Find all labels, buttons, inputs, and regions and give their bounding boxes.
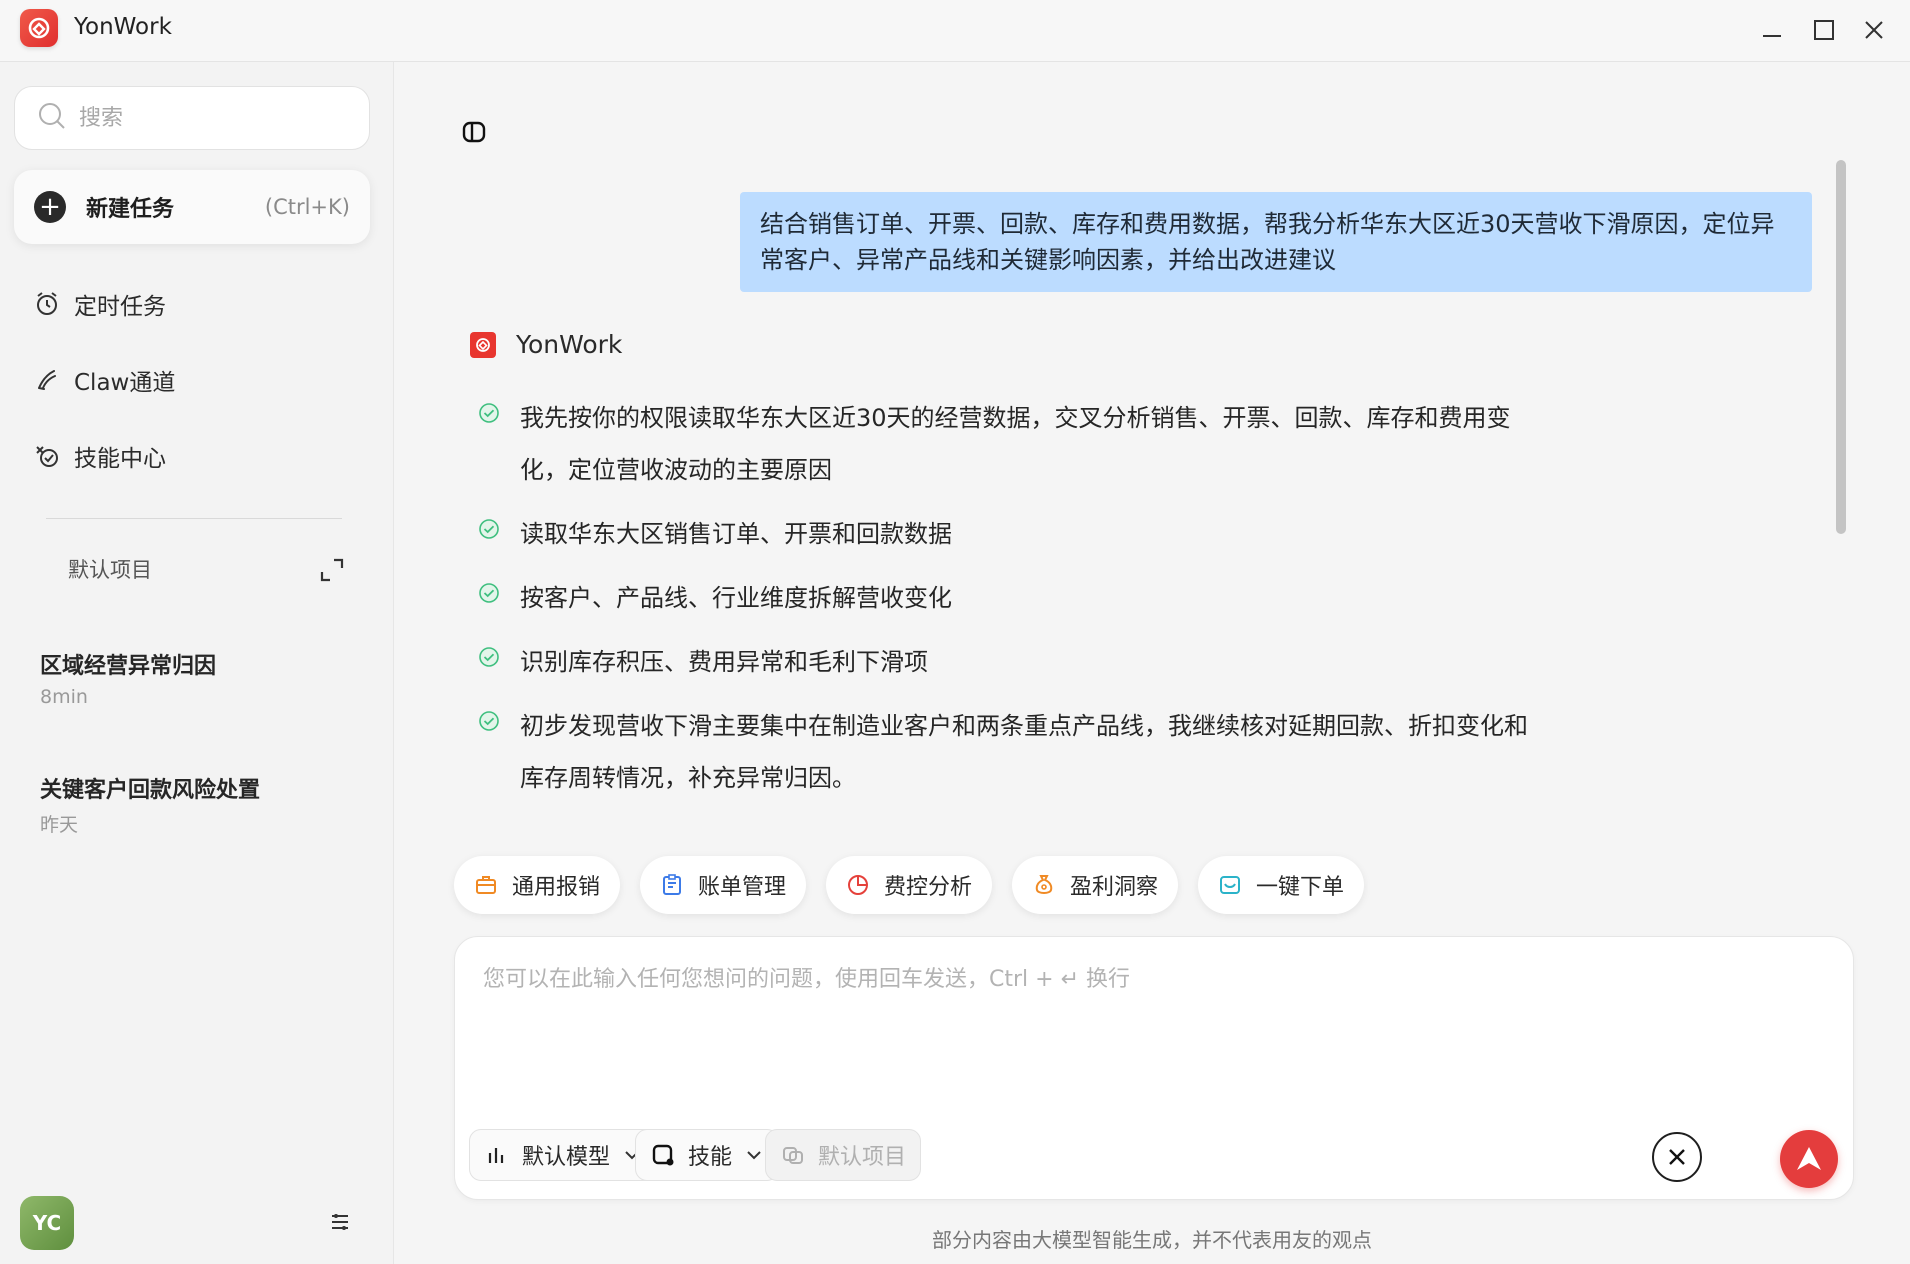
bot-name: YonWork <box>516 330 623 359</box>
project-icon <box>780 1142 806 1168</box>
app-logo-icon <box>20 9 58 47</box>
clipboard-icon <box>660 873 684 897</box>
skill-select-label: 技能 <box>688 1145 733 1170</box>
app-title: YonWork <box>74 14 172 40</box>
task-item-title[interactable]: 关键客户回款风险处置 <box>40 772 260 804</box>
step-text: 识别库存积压、费用异常和毛利下滑项 <box>520 648 928 676</box>
order-icon <box>1218 873 1242 897</box>
pie-chart-icon <box>846 873 870 897</box>
maximize-icon[interactable] <box>1806 12 1842 48</box>
expand-icon[interactable] <box>318 556 346 584</box>
check-icon <box>478 646 500 668</box>
check-icon <box>478 710 500 732</box>
new-task-shortcut: (Ctrl+K) <box>264 195 350 219</box>
search-icon <box>37 101 67 135</box>
claw-icon <box>34 367 60 393</box>
send-button[interactable] <box>1780 1130 1838 1188</box>
sidebar-toggle-icon[interactable] <box>460 118 488 146</box>
step-text: 我先按你的权限读取华东大区近30天的经营数据，交叉分析销售、开票、回款、库存和费… <box>520 404 1511 484</box>
chat-area: 结合销售订单、开票、回款、库存和费用数据，帮我分析华东大区近30天营收下滑原因，… <box>454 152 1854 852</box>
send-arrow-icon <box>1797 1147 1821 1170</box>
sidebar-item-claw[interactable]: Claw通道 <box>34 360 175 400</box>
avatar[interactable]: YC <box>20 1196 74 1250</box>
progress-step: 初步发现营收下滑主要集中在制造业客户和两条重点产品线，我继续核对延期回款、折扣变… <box>478 700 1540 804</box>
new-task-button[interactable]: + 新建任务 (Ctrl+K) <box>14 170 370 244</box>
model-bars-icon <box>484 1142 510 1168</box>
bot-header: YonWork <box>470 330 622 359</box>
check-icon <box>478 518 500 540</box>
plus-icon: + <box>34 191 66 223</box>
step-text: 读取华东大区销售订单、开票和回款数据 <box>520 520 952 548</box>
sidebar-item-label: Claw通道 <box>74 370 176 396</box>
progress-step: 读取华东大区销售订单、开票和回款数据 <box>478 508 1540 560</box>
message-input-box: 默认模型 技能 默认项目 <box>454 936 1854 1200</box>
menu-icon[interactable] <box>326 1208 354 1236</box>
skill-box-icon <box>650 1142 676 1168</box>
check-icon <box>478 402 500 424</box>
stop-button[interactable] <box>1652 1132 1702 1182</box>
close-x-icon <box>1669 1149 1685 1165</box>
sidebar-item-label: 定时任务 <box>74 294 166 320</box>
model-select[interactable]: 默认模型 <box>469 1129 658 1181</box>
chip-label: 账单管理 <box>698 875 787 900</box>
sidebar-item-skill-center[interactable]: 技能中心 <box>34 436 166 476</box>
close-icon[interactable] <box>1856 12 1892 48</box>
sidebar-item-scheduled-tasks[interactable]: 定时任务 <box>34 284 166 324</box>
sidebar-item-label: 技能中心 <box>74 446 166 472</box>
chip-reimbursement[interactable]: 通用报销 <box>454 856 621 914</box>
task-item-time: 8min <box>40 686 88 708</box>
project-select-label: 默认项目 <box>818 1145 907 1170</box>
chip-expense-analysis[interactable]: 费控分析 <box>826 856 993 914</box>
message-input[interactable] <box>483 961 1823 1081</box>
step-text: 按客户、产品线、行业维度拆解营收变化 <box>520 584 952 612</box>
sidebar-divider <box>46 518 342 519</box>
chip-one-click-order[interactable]: 一键下单 <box>1198 856 1365 914</box>
project-label: 默认项目 <box>68 558 152 582</box>
task-item-time: 昨天 <box>40 814 79 836</box>
alarm-clock-icon <box>34 291 60 317</box>
briefcase-icon <box>474 873 498 897</box>
chat-scrollbar[interactable] <box>1836 160 1846 534</box>
skill-icon <box>34 443 60 469</box>
sidebar: + 新建任务 (Ctrl+K) 定时任务 Claw通道 技能中心 默认项目 区域… <box>0 62 394 1264</box>
chip-label: 盈利洞察 <box>1070 875 1159 900</box>
project-select[interactable]: 默认项目 <box>765 1129 922 1181</box>
search-box[interactable] <box>14 86 370 150</box>
chip-label: 通用报销 <box>512 875 601 900</box>
money-bag-icon <box>1032 873 1056 897</box>
user-message-bubble: 结合销售订单、开票、回款、库存和费用数据，帮我分析华东大区近30天营收下滑原因，… <box>740 192 1812 292</box>
chevron-down-icon <box>744 1145 764 1165</box>
progress-step: 按客户、产品线、行业维度拆解营收变化 <box>478 572 1540 624</box>
bot-logo-icon <box>470 331 496 358</box>
model-select-label: 默认模型 <box>522 1145 611 1170</box>
progress-step: 识别库存积压、费用异常和毛利下滑项 <box>478 636 1540 688</box>
task-item-title[interactable]: 区域经营异常归因 <box>40 648 216 680</box>
disclaimer-text: 部分内容由大模型智能生成，并不代表用友的观点 <box>932 1228 1372 1252</box>
minimize-icon[interactable] <box>1754 12 1790 48</box>
chip-label: 一键下单 <box>1256 875 1345 900</box>
new-task-label: 新建任务 <box>86 197 175 222</box>
step-text: 初步发现营收下滑主要集中在制造业客户和两条重点产品线，我继续核对延期回款、折扣变… <box>520 712 1528 792</box>
search-input[interactable] <box>79 105 359 131</box>
main-panel: 结合销售订单、开票、回款、库存和费用数据，帮我分析华东大区近30天营收下滑原因，… <box>394 62 1910 1264</box>
skill-select[interactable]: 技能 <box>635 1129 780 1181</box>
chip-bill-management[interactable]: 账单管理 <box>640 856 807 914</box>
chip-label: 费控分析 <box>884 875 973 900</box>
check-icon <box>478 582 500 604</box>
progress-step: 我先按你的权限读取华东大区近30天的经营数据，交叉分析销售、开票、回款、库存和费… <box>478 392 1540 496</box>
title-bar: YonWork <box>0 0 1910 62</box>
chip-profit-insight[interactable]: 盈利洞察 <box>1012 856 1179 914</box>
